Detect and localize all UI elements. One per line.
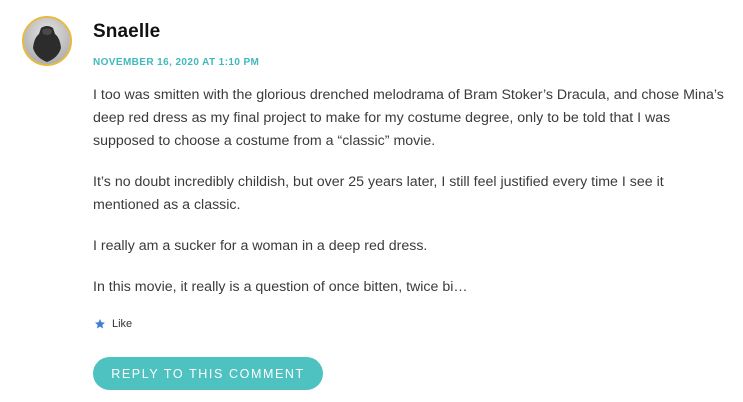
like-button[interactable]: Like <box>94 318 132 330</box>
comment-timestamp[interactable]: NOVEMBER 16, 2020 AT 1:10 PM <box>93 57 259 68</box>
comment-paragraph: It’s no doubt incredibly childish, but o… <box>93 174 664 213</box>
comment-body: I too was smitten with the glorious dren… <box>93 84 733 317</box>
comment-paragraph: In this movie, it really is a question o… <box>93 279 468 295</box>
comment-paragraph: I too was smitten with the glorious dren… <box>93 87 724 149</box>
avatar[interactable] <box>22 16 72 66</box>
like-label: Like <box>112 318 133 330</box>
comment-author[interactable]: Snaelle <box>93 21 160 43</box>
star-icon <box>95 319 105 329</box>
comment-paragraph: I really am a sucker for a woman in a de… <box>93 238 428 254</box>
reply-button[interactable]: REPLY TO THIS COMMENT <box>93 357 323 390</box>
